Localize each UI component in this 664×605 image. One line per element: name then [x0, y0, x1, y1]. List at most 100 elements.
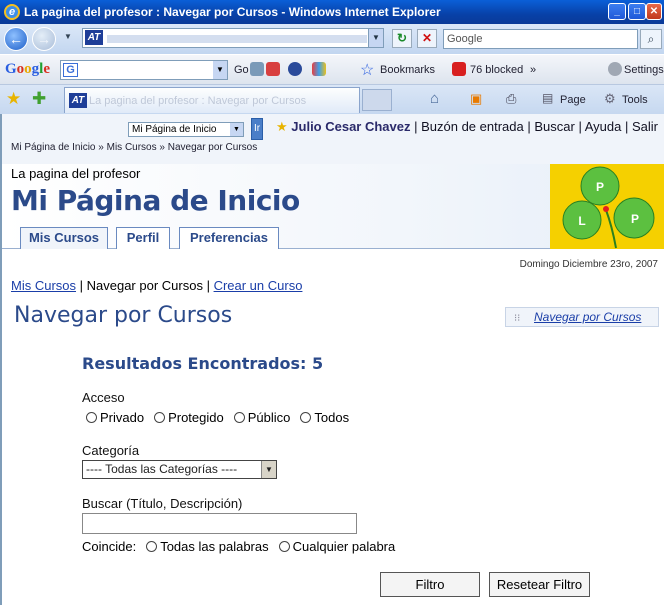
- category-dropdown-icon[interactable]: ▼: [261, 461, 276, 478]
- access-label: Acceso: [82, 390, 125, 405]
- feeds-icon[interactable]: ▣: [470, 91, 482, 107]
- stop-icon[interactable]: ✕: [417, 29, 437, 48]
- access-protected-label: Protegido: [168, 410, 224, 425]
- tab-bar: ★ ✚ AT La pagina del profesor : Navegar …: [0, 84, 664, 114]
- site-name: La pagina del profesor: [11, 166, 141, 181]
- new-tab-button[interactable]: [362, 89, 392, 111]
- home-icon[interactable]: ⌂: [430, 90, 439, 107]
- browser-tab-active[interactable]: AT La pagina del profesor : Navegar por …: [64, 87, 360, 113]
- current-date: Domingo Diciembre 23ro, 2007: [519, 259, 658, 270]
- tab-mis-cursos[interactable]: Mis Cursos: [20, 227, 108, 249]
- tab-title: La pagina del profesor : Navegar por Cur…: [89, 95, 307, 107]
- history-dropdown-icon[interactable]: ▼: [64, 32, 72, 41]
- my-courses-link[interactable]: Mis Cursos: [11, 278, 76, 293]
- create-course-link[interactable]: Crear un Curso: [214, 278, 303, 293]
- course-nav: Mis Cursos | Navegar por Cursos | Crear …: [11, 278, 303, 293]
- google-g-icon: G: [63, 63, 78, 77]
- back-button[interactable]: ←: [4, 27, 28, 51]
- google-logo: Google: [5, 61, 51, 77]
- address-dropdown-icon[interactable]: ▼: [368, 28, 384, 48]
- logout-link[interactable]: Salir: [632, 119, 658, 134]
- globe-icon[interactable]: [288, 62, 302, 76]
- maximize-button[interactable]: □: [628, 3, 646, 20]
- add-favorite-icon[interactable]: ✚: [32, 89, 46, 109]
- google-dropdown-icon[interactable]: ▼: [213, 61, 227, 79]
- user-nav: ★ Julio Cesar Chavez | Buzón de entrada …: [276, 119, 658, 134]
- tab-preferencias[interactable]: Preferencias: [179, 227, 279, 249]
- category-select[interactable]: ---- Todas las Categorías ---- ▼: [82, 460, 277, 479]
- help-link[interactable]: Ayuda: [585, 119, 622, 134]
- side-browse-link[interactable]: Navegar por Cursos: [534, 310, 641, 324]
- popup-blocked-count[interactable]: 76 blocked: [470, 64, 523, 76]
- home-select-dropdown-icon[interactable]: ▼: [230, 123, 243, 136]
- page-title: Mi Página de Inicio: [11, 184, 300, 217]
- favorites-star-icon[interactable]: ★: [6, 89, 21, 109]
- go-button[interactable]: Ir: [251, 118, 263, 140]
- settings-icon: [608, 62, 622, 76]
- user-name-link[interactable]: Julio Cesar Chavez: [291, 119, 410, 134]
- tools-gear-icon: ⚙: [604, 91, 616, 106]
- breadcrumb: Mi Página de Inicio » Mis Cursos » Naveg…: [11, 142, 258, 153]
- side-nav-box: ⁝⁝ Navegar por Cursos: [505, 307, 659, 327]
- bookmark-star-icon[interactable]: ☆: [360, 60, 374, 80]
- print-icon[interactable]: ⎙: [506, 91, 516, 107]
- home-select-value: Mi Página de Inicio: [132, 124, 217, 135]
- logo-letter-p2: P: [631, 212, 639, 226]
- refresh-icon[interactable]: ↻: [392, 29, 412, 48]
- match-all-radio[interactable]: [146, 541, 158, 552]
- access-public-label: Público: [247, 410, 291, 425]
- close-button[interactable]: ✕: [646, 3, 662, 20]
- settings-button[interactable]: Settings: [624, 64, 664, 76]
- access-all-radio[interactable]: [300, 412, 312, 423]
- home-select[interactable]: Mi Página de Inicio ▼: [128, 122, 244, 137]
- popup-blocked-icon: [452, 62, 466, 76]
- inbox-link[interactable]: Buzón de entrada: [421, 119, 524, 134]
- tab-favicon-icon: AT: [69, 93, 87, 108]
- google-go-button[interactable]: Go: [234, 64, 249, 76]
- google-toolbar: Google G ▼ Go ☆ Bookmarks 76 blocked » S…: [0, 54, 664, 84]
- course-search-input[interactable]: [82, 513, 357, 534]
- match-radio-group: Coincide: Todas las palabras Cualquier p…: [82, 539, 405, 554]
- match-label: Coincide:: [82, 539, 137, 554]
- tab-perfil[interactable]: Perfil: [116, 227, 170, 249]
- site-logo: P L P: [550, 164, 664, 249]
- access-all-label: Todos: [314, 410, 350, 425]
- window-title: La pagina del profesor : Navegar por Cur…: [24, 5, 441, 19]
- side-nav-icon: ⁝⁝: [514, 313, 521, 324]
- match-any-label: Cualquier palabra: [292, 539, 396, 554]
- forward-button[interactable]: →: [32, 27, 56, 51]
- toolbar-more-icon[interactable]: »: [530, 64, 536, 76]
- pagerank-icon[interactable]: [266, 62, 280, 76]
- logo-letter-p1: P: [596, 180, 604, 194]
- toolbar-tool-icon[interactable]: [250, 62, 264, 76]
- reset-filter-button[interactable]: Resetear Filtro: [489, 572, 590, 597]
- access-radio-group: Privado Protegido Público Todos: [86, 410, 359, 425]
- address-input[interactable]: AT: [82, 28, 382, 48]
- site-favicon-icon: AT: [85, 30, 103, 45]
- address-bar: ← → ▼ AT ▼ ↻ ✕ Google ⌕: [0, 24, 664, 54]
- access-private-radio[interactable]: [86, 412, 97, 423]
- section-heading: Navegar por Cursos: [14, 303, 233, 328]
- access-protected-radio[interactable]: [154, 412, 166, 423]
- search-input[interactable]: Google: [443, 29, 638, 49]
- page-menu[interactable]: Page: [560, 94, 586, 106]
- category-select-value: ---- Todas las Categorías ----: [86, 462, 238, 476]
- page-content: Mi Página de Inicio ▼ Ir ★ Julio Cesar C…: [0, 114, 664, 605]
- page-icon: ▤: [542, 91, 554, 105]
- apps-icon[interactable]: [312, 62, 326, 76]
- search-icon[interactable]: ⌕: [640, 29, 662, 49]
- match-all-label: Todas las palabras: [160, 539, 269, 554]
- search-link[interactable]: Buscar: [534, 119, 574, 134]
- bookmarks-menu[interactable]: Bookmarks: [380, 64, 435, 76]
- results-count: Resultados Encontrados: 5: [82, 354, 324, 373]
- tools-menu[interactable]: Tools: [622, 94, 648, 106]
- google-search-input[interactable]: G ▼: [60, 60, 228, 80]
- minimize-button[interactable]: _: [608, 3, 626, 20]
- user-star-icon: ★: [276, 119, 288, 134]
- profile-tabs: Mis Cursos Perfil Preferencias: [2, 227, 550, 249]
- search-label: Buscar (Título, Descripción): [82, 496, 243, 511]
- match-any-radio[interactable]: [278, 541, 290, 552]
- filter-button[interactable]: Filtro: [380, 572, 480, 597]
- access-public-radio[interactable]: [233, 412, 245, 423]
- address-text-blurred: [107, 35, 367, 43]
